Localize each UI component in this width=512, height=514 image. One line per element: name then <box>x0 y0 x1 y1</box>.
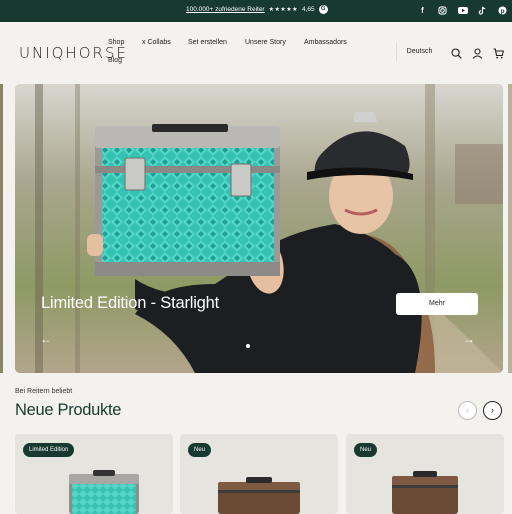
product-image <box>69 470 139 514</box>
google-icon: G <box>318 5 328 14</box>
tiktok-icon[interactable] <box>478 6 487 15</box>
cart-icon[interactable] <box>493 46 504 59</box>
product-image <box>218 477 300 514</box>
section-kicker: Bei Reitern beliebt <box>15 388 73 395</box>
pinterest-icon[interactable]: p <box>498 6 507 15</box>
promo-rating: 100.000+ zufriedene Reiter ★★★★★ 4,65 G <box>186 5 328 14</box>
hero-prev-arrow[interactable]: ← <box>40 332 52 346</box>
carousel-prev-button[interactable]: ‹ <box>458 401 477 420</box>
hero-next-slide-edge <box>508 84 512 373</box>
youtube-icon[interactable] <box>458 6 468 15</box>
hero-image <box>15 84 503 373</box>
announcement-bar: 100.000+ zufriedene Reiter ★★★★★ 4,65 G … <box>0 0 512 22</box>
carousel-next-button[interactable]: › <box>483 401 502 420</box>
product-card[interactable]: Limited Edition <box>15 434 173 514</box>
account-icon[interactable] <box>472 46 483 59</box>
product-image <box>392 471 458 514</box>
nav-blog[interactable]: Blog <box>108 57 122 64</box>
nav-shop[interactable]: Shop <box>108 39 124 46</box>
hero-prev-slide-edge <box>0 84 3 373</box>
social-links: f p <box>418 6 507 15</box>
hero-title: Limited Edition - Starlight <box>41 294 220 312</box>
star-rating: ★★★★★ <box>268 7 299 13</box>
section-title: Neue Produkte <box>15 401 122 419</box>
nav-set-erstellen[interactable]: Set erstellen <box>188 39 227 46</box>
language-selector[interactable]: Deutsch <box>396 43 436 61</box>
product-card[interactable]: Neu <box>180 434 338 514</box>
nav-collabs[interactable]: x Collabs <box>142 39 171 46</box>
site-header: UNIQHORSE Shop x Collabs Set erstellen U… <box>0 22 512 84</box>
svg-text:p: p <box>501 8 505 15</box>
facebook-icon[interactable]: f <box>418 6 427 15</box>
header-icons <box>451 46 504 59</box>
hero-more-button[interactable]: Mehr <box>396 293 478 315</box>
instagram-icon[interactable] <box>438 6 447 15</box>
nav-unsere-story[interactable]: Unsere Story <box>245 39 286 46</box>
hero-banner[interactable]: Limited Edition - Starlight Mehr ← → <box>15 84 503 373</box>
slide-indicator[interactable] <box>246 344 250 348</box>
search-icon[interactable] <box>451 46 462 59</box>
rating-value: 4,65 <box>302 6 315 13</box>
product-card[interactable]: Neu <box>346 434 504 514</box>
promo-link[interactable]: 100.000+ zufriedene Reiter <box>186 6 265 13</box>
hero-next-arrow[interactable]: → <box>463 332 475 346</box>
nav-ambassadors[interactable]: Ambassadors <box>304 39 347 46</box>
